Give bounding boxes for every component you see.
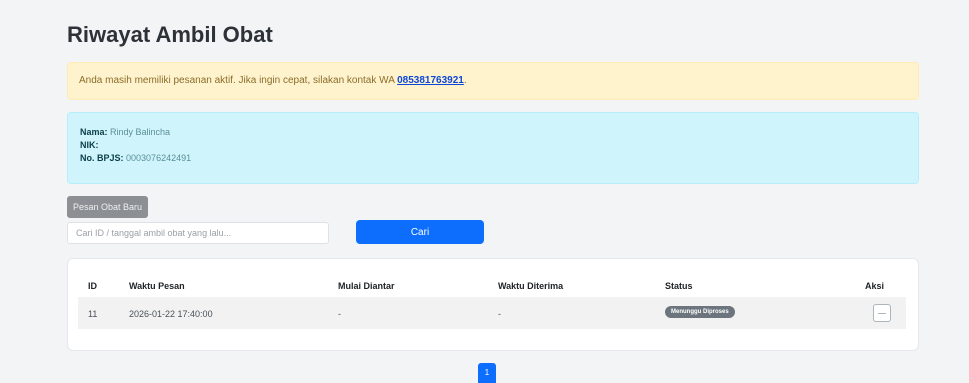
cell-mulai-diantar: - (338, 309, 341, 319)
name-label: Nama: (80, 127, 108, 137)
header-mulai-diantar: Mulai Diantar (338, 281, 395, 291)
cell-id: 11 (88, 309, 98, 319)
row-action-button[interactable] (873, 304, 891, 322)
header-aksi: Aksi (865, 281, 885, 291)
bpjs-value: 0003076242491 (126, 153, 192, 163)
search-input[interactable] (67, 222, 329, 244)
minus-icon (878, 312, 886, 314)
bpjs-label: No. BPJS: (80, 153, 124, 163)
patient-bpjs-line: No. BPJS: 0003076242491 (80, 152, 906, 165)
patient-nik-line: NIK: (80, 139, 906, 152)
history-table-card: ID Waktu Pesan Mulai Diantar Waktu Diter… (67, 258, 919, 351)
page-title: Riwayat Ambil Obat (67, 22, 273, 47)
alert-text: Anda masih memiliki pesanan aktif. Jika … (79, 75, 398, 86)
cell-waktu-pesan: 2026-01-22 17:40:00 (129, 309, 213, 319)
active-order-alert: Anda masih memiliki pesanan aktif. Jika … (67, 62, 919, 100)
header-waktu-diterima: Waktu Diterima (498, 281, 564, 291)
header-id: ID (88, 281, 97, 291)
patient-info-box: Nama: Rindy Balincha NIK: No. BPJS: 0003… (67, 112, 919, 184)
pagination-page-button[interactable]: 1 (478, 363, 496, 383)
table-row: 11 2026-01-22 17:40:00 - - Menunggu Dipr… (78, 297, 906, 329)
cell-waktu-diterima: - (498, 309, 501, 319)
new-order-button[interactable]: Pesan Obat Baru (67, 196, 149, 218)
header-waktu-pesan: Waktu Pesan (129, 281, 185, 291)
alert-suffix: . (463, 75, 467, 86)
name-value: Rindy Balincha (110, 127, 171, 137)
status-badge: Menunggu Diproses (665, 306, 735, 318)
nik-label: NIK: (80, 140, 99, 150)
header-status: Status (665, 281, 693, 291)
wa-contact-link[interactable]: 085381763921 (397, 75, 464, 86)
patient-name-line: Nama: Rindy Balincha (80, 126, 906, 139)
search-button[interactable]: Cari (356, 220, 484, 244)
